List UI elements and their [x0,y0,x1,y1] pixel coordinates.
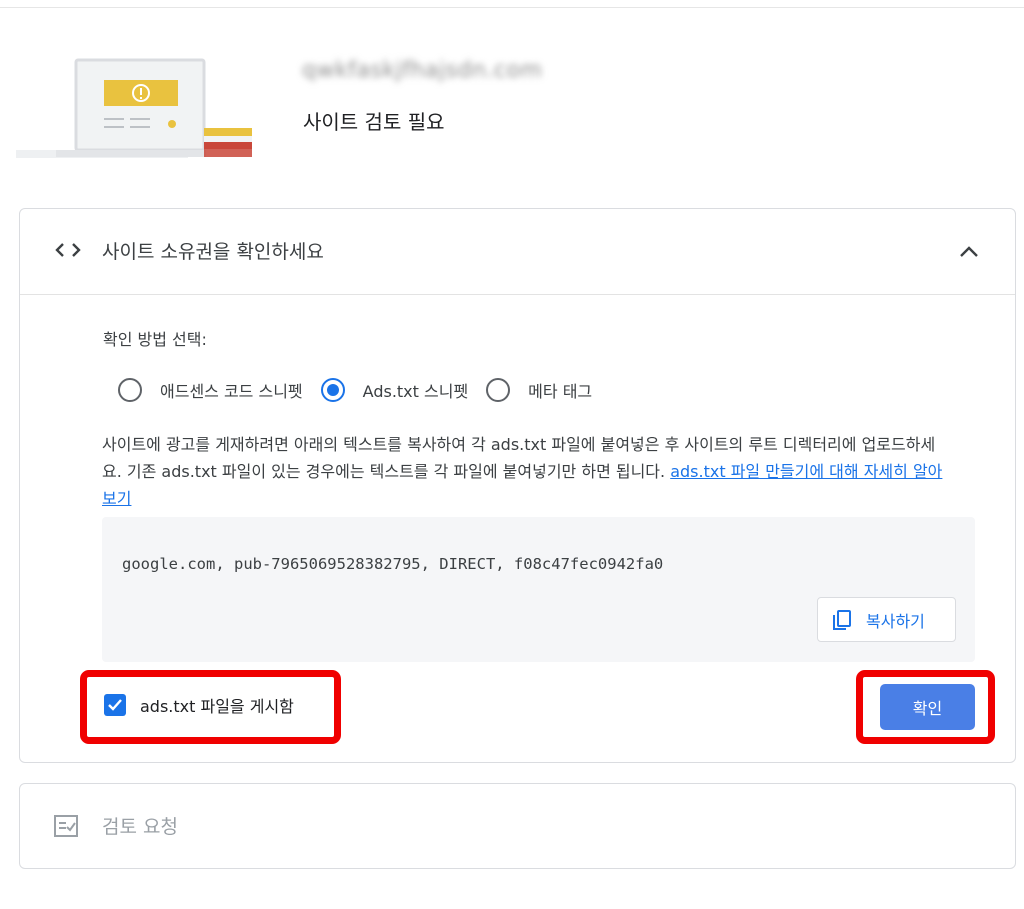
radio-button[interactable] [486,378,511,402]
copy-icon [833,609,851,630]
radio-button[interactable] [118,378,142,402]
site-review-illustration [16,58,252,158]
review-card: 검토 요청 [19,783,1016,869]
published-checkbox-label: ads.txt 파일을 게시함 [140,697,294,716]
site-status: 사이트 검토 필요 [303,110,445,134]
code-icon [55,243,81,257]
copy-button[interactable]: 복사하기 [817,597,956,642]
ownership-card: 사이트 소유권을 확인하세요 확인 방법 선택: 애드센스 코드 스니펫 Ads… [19,208,1016,763]
radio-adsense-snippet[interactable]: 애드센스 코드 스니펫 [118,378,303,402]
radio-label: Ads.txt 스니펫 [362,382,469,401]
chevron-up-icon[interactable] [954,237,984,267]
review-request-title: 검토 요청 [102,816,178,838]
site-url: qwkfaskjfhajsdn.com [302,58,543,83]
ownership-card-header[interactable]: 사이트 소유권을 확인하세요 [20,209,1015,295]
ads-txt-snippet[interactable]: google.com, pub-7965069528382795, DIRECT… [122,555,663,573]
published-checkbox[interactable] [104,694,126,716]
review-checklist-icon [54,815,78,837]
radio-ads-txt-snippet[interactable]: Ads.txt 스니펫 [320,378,469,402]
radio-label: 메타 태그 [528,382,593,401]
check-icon [108,699,122,711]
copy-button-label: 복사하기 [866,611,925,631]
ownership-title: 사이트 소유권을 확인하세요 [102,241,324,263]
radio-label: 애드센스 코드 스니펫 [160,382,303,401]
instructions-text: 사이트에 광고를 게재하려면 아래의 텍스트를 복사하여 각 ads.txt 파… [102,431,950,512]
snippet-box: google.com, pub-7965069528382795, DIRECT… [102,517,975,662]
radio-meta-tag[interactable]: 메타 태그 [486,378,592,402]
confirm-button[interactable]: 확인 [880,684,975,730]
top-divider [0,7,1024,8]
method-label: 확인 방법 선택: [103,330,207,349]
method-radio-group: 애드센스 코드 스니펫 Ads.txt 스니펫 메타 태그 [118,375,610,405]
radio-button-selected[interactable] [320,378,345,402]
published-checkbox-row[interactable]: ads.txt 파일을 게시함 [104,693,294,717]
